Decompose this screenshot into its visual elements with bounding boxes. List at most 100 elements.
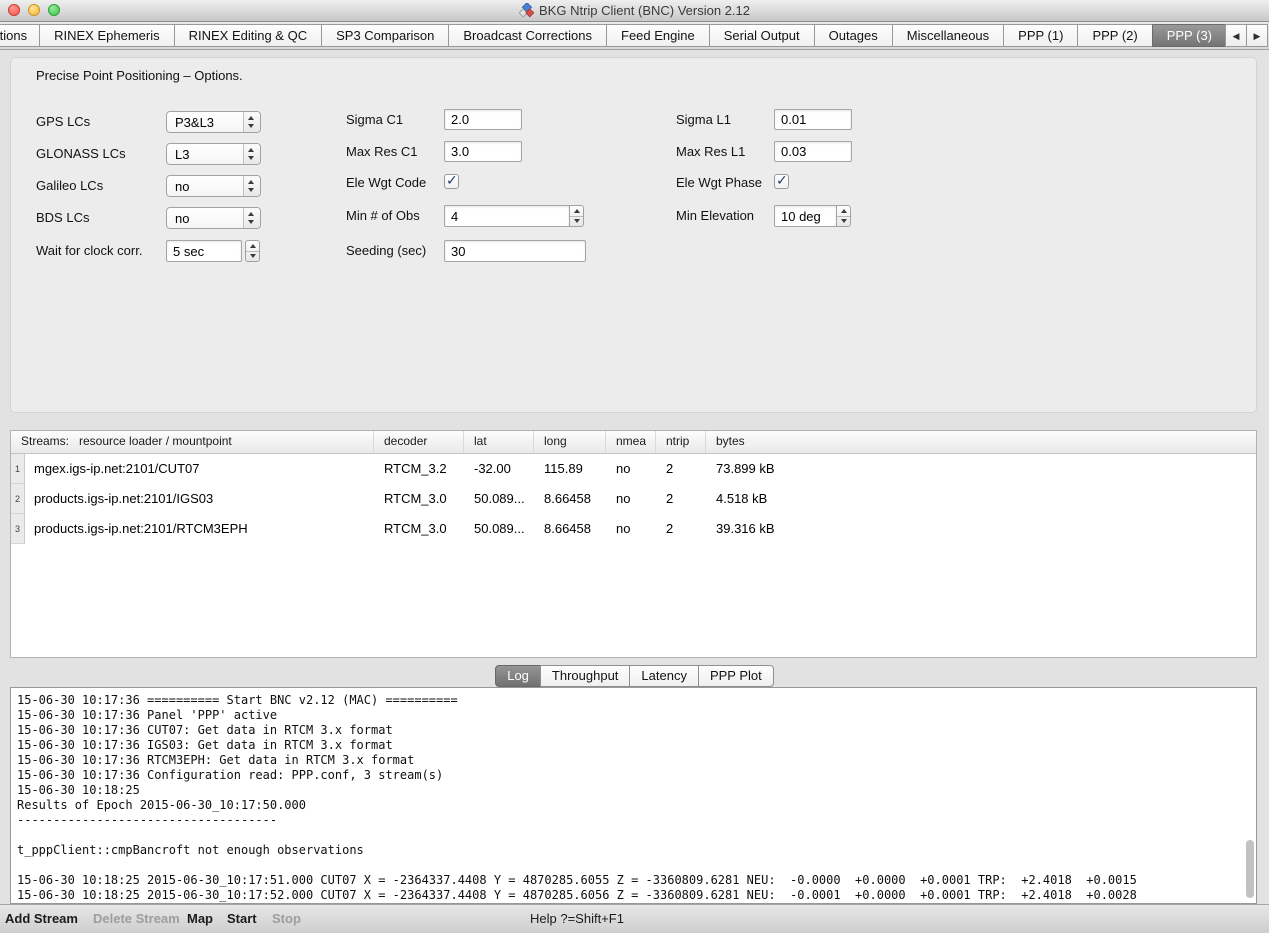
ele-wgt-phase-label: Ele Wgt Phase bbox=[676, 175, 762, 190]
row-number[interactable]: 2 bbox=[11, 484, 25, 514]
column-header-nmea[interactable]: nmea bbox=[606, 431, 656, 453]
zoom-button[interactable] bbox=[48, 4, 60, 16]
wait-clock-stepper[interactable] bbox=[245, 240, 260, 262]
gps-lcs-select[interactable]: P3&L3 bbox=[166, 111, 261, 133]
tab-ppp-2[interactable]: PPP (2) bbox=[1077, 24, 1152, 47]
streams-header-label[interactable]: Streams: resource loader / mountpoint bbox=[11, 431, 374, 453]
tab-feed-engine[interactable]: Feed Engine bbox=[606, 24, 710, 47]
cell-long: 8.66458 bbox=[534, 514, 606, 544]
column-header-decoder[interactable]: decoder bbox=[374, 431, 464, 453]
column-header-lat[interactable]: lat bbox=[464, 431, 534, 453]
add-stream-button[interactable]: Add Stream bbox=[5, 905, 78, 933]
log-line: 15-06-30 10:17:36 RTCM3EPH: Get data in … bbox=[17, 753, 1242, 768]
tab-rinex-ephemeris[interactable]: RINEX Ephemeris bbox=[39, 24, 174, 47]
log-scrollbar-thumb[interactable] bbox=[1246, 840, 1254, 898]
combo-arrows-icon bbox=[243, 208, 260, 228]
tab-rinex-editing-qc[interactable]: RINEX Editing & QC bbox=[174, 24, 323, 47]
tab-ppp-plot[interactable]: PPP Plot bbox=[698, 665, 774, 687]
cell-nmea: no bbox=[606, 484, 656, 514]
log-line: Results of Epoch 2015-06-30_10:17:50.000 bbox=[17, 798, 1242, 813]
tab-broadcast-corrections[interactable]: Broadcast Corrections bbox=[448, 24, 607, 47]
tab-ppp-1[interactable]: PPP (1) bbox=[1003, 24, 1078, 47]
sigma-c1-input[interactable] bbox=[444, 109, 522, 130]
ele-wgt-phase-checkbox[interactable] bbox=[774, 174, 789, 189]
ele-wgt-code-checkbox[interactable] bbox=[444, 174, 459, 189]
tab-outages[interactable]: Outages bbox=[814, 24, 893, 47]
tab-serial-output[interactable]: Serial Output bbox=[709, 24, 815, 47]
combo-arrows-icon bbox=[243, 176, 260, 196]
tab-sp3-comparison[interactable]: SP3 Comparison bbox=[321, 24, 449, 47]
help-hint: Help ?=Shift+F1 bbox=[530, 905, 624, 933]
seeding-input[interactable] bbox=[444, 240, 586, 262]
cell-lat: 50.089... bbox=[464, 514, 534, 544]
stream-row[interactable]: 2 products.igs-ip.net:2101/IGS03 RTCM_3.… bbox=[11, 484, 1256, 514]
gps-lcs-value: P3&L3 bbox=[175, 115, 214, 130]
panel-title: Precise Point Positioning – Options. bbox=[36, 68, 243, 83]
max-res-l1-input[interactable] bbox=[774, 141, 852, 162]
app-icon bbox=[519, 3, 534, 18]
cell-mountpoint: mgex.igs-ip.net:2101/CUT07 bbox=[25, 454, 374, 484]
min-obs-input[interactable] bbox=[444, 205, 570, 227]
column-header-bytes[interactable]: bytes bbox=[706, 431, 1256, 453]
window-title-area: BKG Ntrip Client (BNC) Version 2.12 bbox=[0, 0, 1269, 21]
tab-scroll-left-icon[interactable]: ◀ bbox=[1225, 24, 1247, 47]
combo-arrows-icon bbox=[243, 112, 260, 132]
cell-nmea: no bbox=[606, 454, 656, 484]
glonass-lcs-label: GLONASS LCs bbox=[36, 146, 126, 161]
stream-row[interactable]: 1 mgex.igs-ip.net:2101/CUT07 RTCM_3.2 -3… bbox=[11, 454, 1256, 484]
map-button[interactable]: Map bbox=[187, 905, 213, 933]
tab-log[interactable]: Log bbox=[495, 665, 541, 687]
tab-scroll-right-icon[interactable]: ▶ bbox=[1246, 24, 1268, 47]
wait-clock-input[interactable] bbox=[166, 240, 242, 262]
min-elevation-input[interactable] bbox=[774, 205, 837, 227]
cell-lat: -32.00 bbox=[464, 454, 534, 484]
max-res-c1-input[interactable] bbox=[444, 141, 522, 162]
cell-bytes: 4.518 kB bbox=[706, 484, 1256, 514]
ppp-options-panel: Precise Point Positioning – Options. GPS… bbox=[10, 57, 1257, 413]
column-header-ntrip[interactable]: ntrip bbox=[656, 431, 706, 453]
cell-mountpoint: products.igs-ip.net:2101/RTCM3EPH bbox=[25, 514, 374, 544]
tab-throughput[interactable]: Throughput bbox=[540, 665, 631, 687]
min-elevation-stepper[interactable] bbox=[836, 205, 851, 227]
galileo-lcs-select[interactable]: no bbox=[166, 175, 261, 197]
log-line: 15-06-30 10:17:36 ========== Start BNC v… bbox=[17, 693, 1242, 708]
min-obs-stepper[interactable] bbox=[569, 205, 584, 227]
window-title: BKG Ntrip Client (BNC) Version 2.12 bbox=[539, 3, 750, 18]
tab-latency[interactable]: Latency bbox=[629, 665, 699, 687]
tab-ppp-3[interactable]: PPP (3) bbox=[1152, 24, 1227, 47]
column-header-long[interactable]: long bbox=[534, 431, 606, 453]
minimize-button[interactable] bbox=[28, 4, 40, 16]
cell-ntrip: 2 bbox=[656, 484, 706, 514]
stop-button[interactable]: Stop bbox=[272, 905, 301, 933]
streams-table-header: Streams: resource loader / mountpoint de… bbox=[11, 431, 1256, 454]
titlebar: BKG Ntrip Client (BNC) Version 2.12 bbox=[0, 0, 1269, 22]
decrement-icon[interactable] bbox=[837, 216, 850, 226]
min-obs-label: Min # of Obs bbox=[346, 208, 420, 223]
tab-rinex-observations[interactable]: ations bbox=[0, 24, 40, 47]
row-number[interactable]: 3 bbox=[11, 514, 25, 544]
glonass-lcs-select[interactable]: L3 bbox=[166, 143, 261, 165]
row-number[interactable]: 1 bbox=[11, 454, 25, 484]
cell-nmea: no bbox=[606, 514, 656, 544]
combo-arrows-icon bbox=[243, 144, 260, 164]
log-output[interactable]: 15-06-30 10:17:36 ========== Start BNC v… bbox=[10, 687, 1257, 904]
gps-lcs-label: GPS LCs bbox=[36, 114, 90, 129]
min-elevation-label: Min Elevation bbox=[676, 208, 754, 223]
stream-row[interactable]: 3 products.igs-ip.net:2101/RTCM3EPH RTCM… bbox=[11, 514, 1256, 544]
log-line: 15-06-30 10:17:36 IGS03: Get data in RTC… bbox=[17, 738, 1242, 753]
start-button[interactable]: Start bbox=[227, 905, 257, 933]
cell-bytes: 39.316 kB bbox=[706, 514, 1256, 544]
cell-long: 8.66458 bbox=[534, 484, 606, 514]
sigma-l1-input[interactable] bbox=[774, 109, 852, 130]
log-line bbox=[17, 828, 1242, 843]
tab-miscellaneous[interactable]: Miscellaneous bbox=[892, 24, 1004, 47]
bds-lcs-select[interactable]: no bbox=[166, 207, 261, 229]
log-line: 15-06-30 10:17:36 Configuration read: PP… bbox=[17, 768, 1242, 783]
decrement-icon[interactable] bbox=[570, 216, 583, 226]
close-button[interactable] bbox=[8, 4, 20, 16]
delete-stream-button[interactable]: Delete Stream bbox=[93, 905, 180, 933]
bds-lcs-value: no bbox=[175, 211, 189, 226]
tab-scroll-buttons: ◀ ▶ bbox=[1226, 24, 1268, 47]
window-controls bbox=[8, 4, 60, 16]
decrement-icon[interactable] bbox=[246, 251, 259, 261]
